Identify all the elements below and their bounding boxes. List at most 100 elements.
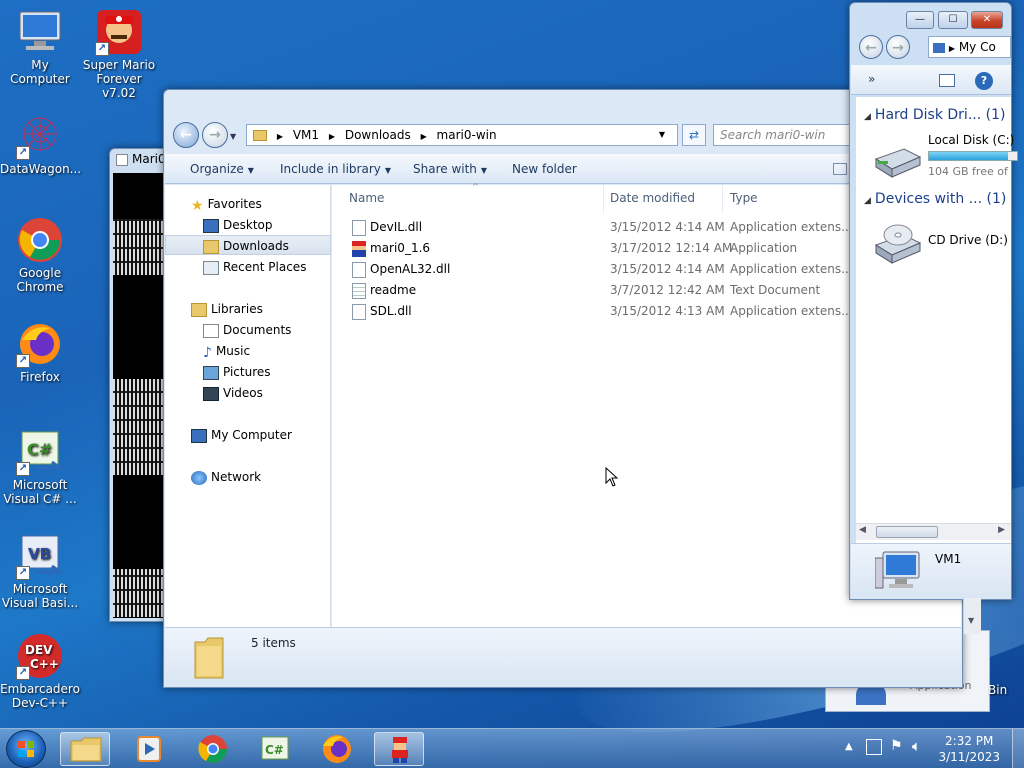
taskbar-explorer-button[interactable] <box>60 732 110 766</box>
more-commands-button[interactable]: » <box>868 72 875 86</box>
help-icon[interactable]: ? <box>975 72 993 90</box>
show-hidden-icons-button[interactable]: ▲ <box>845 741 853 752</box>
cd-drive-icon <box>874 221 922 268</box>
desktop-icon-dev-cpp[interactable]: DEV C++ ↗ Embarcadero Dev-C++ <box>0 632 80 710</box>
desktop-icon-visual-basic[interactable]: VB ↗ Microsoft Visual Basi... <box>0 532 80 610</box>
taskbar-firefox-button[interactable] <box>312 732 362 766</box>
vertical-scrollbar[interactable]: ▼ <box>963 598 981 634</box>
search-input[interactable]: Search mari0-win <box>713 124 853 146</box>
address-bar[interactable]: ▶ VM1 ▶ Downloads ▶ mari0-win ▼ <box>246 124 678 146</box>
column-header-type[interactable]: Type <box>730 191 758 205</box>
network-tray-icon[interactable] <box>866 739 882 755</box>
nav-music[interactable]: ♪ Music <box>165 341 331 361</box>
desktop-icon <box>203 218 219 233</box>
libraries-icon <box>191 302 207 317</box>
nav-videos[interactable]: Videos <box>165 383 331 403</box>
nav-desktop[interactable]: Desktop <box>165 215 331 235</box>
drive-usage-fill <box>929 152 1009 160</box>
computer-icon <box>16 8 64 56</box>
group-devices[interactable]: ◢ Devices with ... (1) <box>864 191 1006 207</box>
column-separator[interactable] <box>722 185 723 213</box>
view-options-icon[interactable] <box>833 163 847 175</box>
nav-my-computer[interactable]: My Computer <box>165 425 331 445</box>
breadcrumb-mari0-win[interactable]: mari0-win <box>437 128 497 142</box>
nav-documents[interactable]: Documents <box>165 320 331 340</box>
column-header-date[interactable]: Date modified <box>610 191 695 205</box>
close-button[interactable]: ✕ <box>971 11 1003 29</box>
back-button[interactable]: ← <box>173 122 199 148</box>
desktop-icon-chrome[interactable]: Google Chrome <box>0 216 80 294</box>
desktop-icon-bin-label[interactable]: Bin <box>988 683 1007 697</box>
cd-drive-label[interactable]: CD Drive (D:) <box>928 233 1008 247</box>
computer-window[interactable]: — ☐ ✕ ← → ▶ My Co » ? ◢ Hard Disk Dri... … <box>849 2 1018 600</box>
details-pane: VM1 <box>851 543 1011 599</box>
scroll-left-icon[interactable]: ◀ <box>859 525 866 535</box>
breadcrumb-computer[interactable]: My Co <box>959 40 996 54</box>
horizontal-scrollbar[interactable]: ◀ ▶ <box>856 523 1011 540</box>
nav-pictures[interactable]: Pictures <box>165 362 331 382</box>
scroll-down-icon[interactable]: ▼ <box>968 616 974 625</box>
start-button[interactable] <box>6 730 46 768</box>
address-bar[interactable]: ▶ My Co <box>928 36 1011 58</box>
refresh-button[interactable]: ⇄ <box>682 124 706 146</box>
desktop-icon-super-mario[interactable]: ↗ Super Mario Forever v7.02 <box>78 8 160 100</box>
desktop-icon-firefox[interactable]: ↗ Firefox <box>0 320 80 384</box>
desktop-icon-datawagon[interactable]: ↗ DataWagon... <box>0 112 81 176</box>
taskbar-mari0-button[interactable] <box>374 732 424 766</box>
mario-game-window[interactable]: Mari0 <box>109 148 169 622</box>
share-with-button[interactable]: Share with ▼ <box>413 162 487 176</box>
column-header-name[interactable]: Name <box>349 191 384 205</box>
scrollbar-thumb[interactable] <box>876 526 938 538</box>
brick-row <box>113 569 168 617</box>
clock[interactable]: 2:32 PM 3/11/2023 <box>938 733 1000 765</box>
computer-name: VM1 <box>935 552 962 566</box>
recent-pages-dropdown[interactable]: ▼ <box>230 132 236 141</box>
breadcrumb-separator: ▶ <box>420 132 427 141</box>
computer-content[interactable]: ◢ Hard Disk Dri... (1) Local Disk (C:) 10… <box>856 97 1018 543</box>
computer-icon <box>933 42 945 53</box>
organize-button[interactable]: Organize ▼ <box>190 162 254 176</box>
nav-network[interactable]: Network <box>165 467 331 487</box>
action-center-flag-icon[interactable]: ⚑ <box>890 738 903 754</box>
music-icon: ♪ <box>203 344 212 361</box>
nav-favorites[interactable]: ★ Favorites <box>165 194 331 214</box>
nav-downloads[interactable]: Downloads <box>165 235 331 255</box>
forward-button[interactable]: → <box>886 35 910 59</box>
desktop-icon-visual-csharp[interactable]: C# ↗ Microsoft Visual C# ... <box>0 428 80 506</box>
forward-button[interactable]: → <box>202 122 228 148</box>
show-desktop-button[interactable] <box>1012 729 1024 768</box>
taskbar-visual-csharp-button[interactable]: C# <box>250 732 300 766</box>
back-button[interactable]: ← <box>859 35 883 59</box>
desktop-icon-label: Embarcadero Dev-C++ <box>0 682 80 710</box>
address-dropdown-icon[interactable]: ▼ <box>659 130 665 139</box>
svg-text:C++: C++ <box>30 657 59 671</box>
mario-icon <box>392 737 408 763</box>
item-count: 5 items <box>251 636 296 650</box>
desktop-icon-label: Microsoft Visual Basi... <box>1 582 79 610</box>
column-separator[interactable] <box>603 185 604 213</box>
scroll-right-icon[interactable]: ▶ <box>998 525 1005 535</box>
maximize-button[interactable]: ☐ <box>938 11 968 29</box>
nav-recent-places[interactable]: Recent Places <box>165 257 331 277</box>
game-canvas[interactable] <box>113 173 168 618</box>
minimize-button[interactable]: — <box>906 11 934 29</box>
computer-large-icon <box>874 550 923 595</box>
drive-c-label[interactable]: Local Disk (C:) <box>928 133 1014 147</box>
include-in-library-button[interactable]: Include in library ▼ <box>280 162 391 176</box>
window-icon <box>116 153 128 166</box>
explorer-window[interactable]: ← → ▼ ▶ VM1 ▶ Downloads ▶ mari0-win ▼ ⇄ … <box>163 89 963 688</box>
breadcrumb-downloads[interactable]: Downloads <box>345 128 411 142</box>
vb-icon: VB ↗ <box>16 532 65 580</box>
taskbar-media-player-button[interactable] <box>124 732 174 766</box>
volume-icon[interactable]: 🔈︎ <box>912 737 921 755</box>
nav-libraries[interactable]: Libraries <box>165 299 331 319</box>
breadcrumb-vm1[interactable]: VM1 <box>293 128 319 142</box>
desktop-icon-my-computer[interactable]: My Computer <box>0 8 80 86</box>
new-folder-button[interactable]: New folder <box>512 162 577 176</box>
preview-pane-icon[interactable] <box>939 74 955 87</box>
window-title: Mari0 <box>110 149 168 171</box>
taskbar-chrome-button[interactable] <box>188 732 238 766</box>
dev-cpp-icon: DEV C++ ↗ <box>16 632 64 680</box>
svg-text:C#: C# <box>27 440 52 459</box>
group-hard-disk[interactable]: ◢ Hard Disk Dri... (1) <box>864 107 1005 123</box>
